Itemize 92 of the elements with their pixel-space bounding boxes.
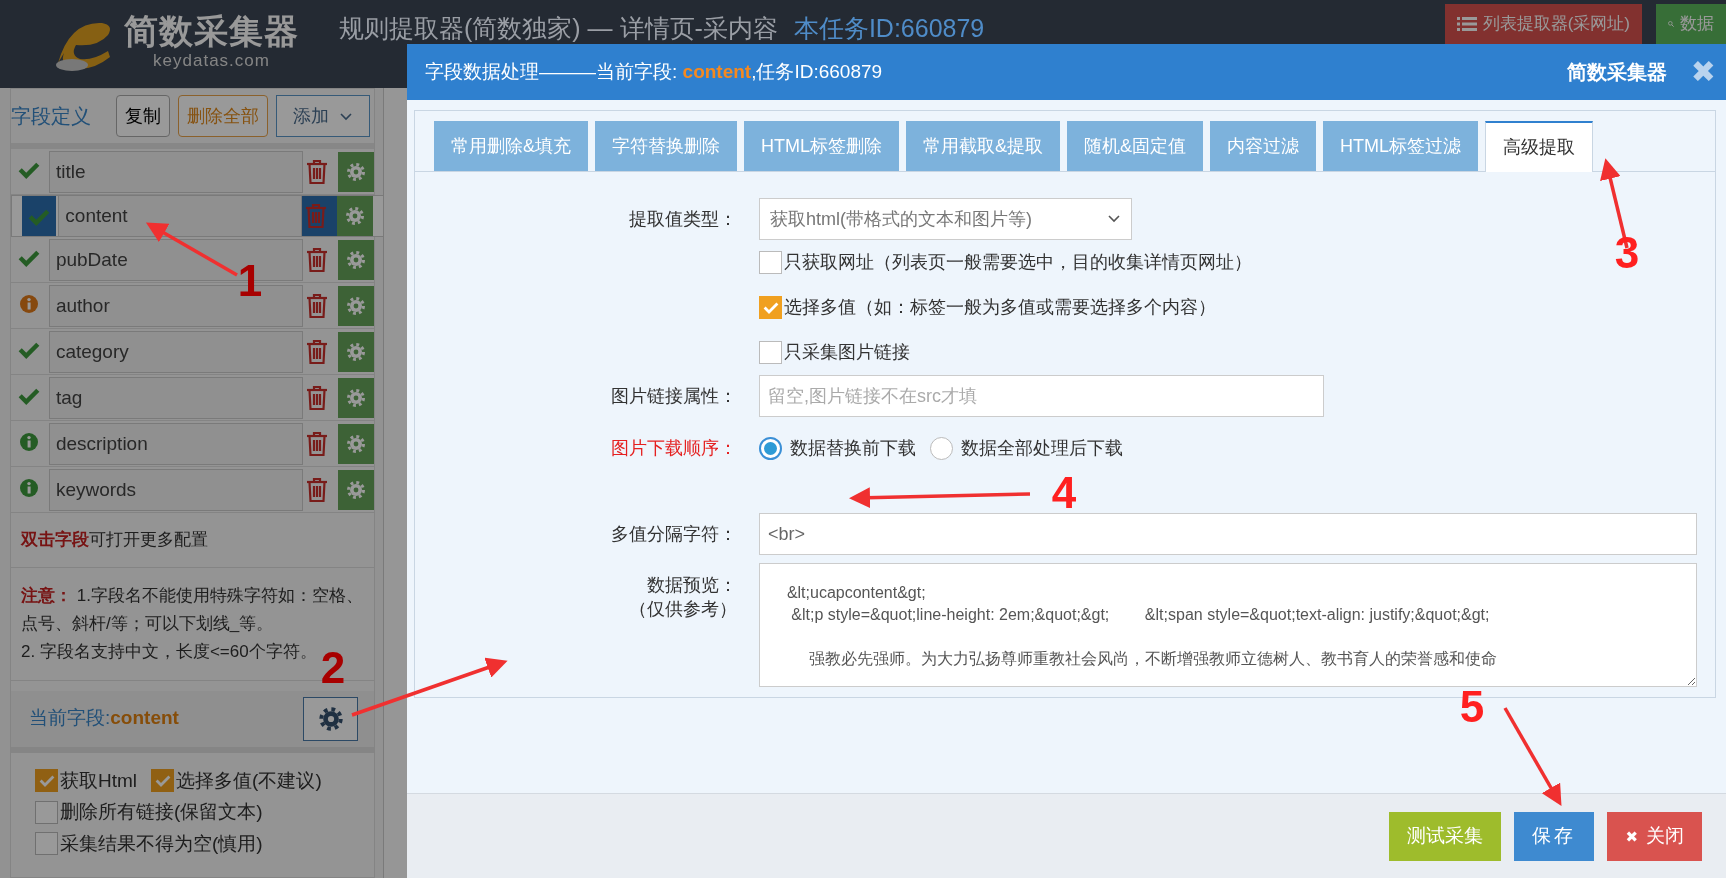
settings-button[interactable]	[338, 285, 374, 326]
trash-icon	[306, 338, 328, 365]
settings-button[interactable]	[303, 696, 358, 741]
checkmark-icon	[154, 774, 171, 788]
tab[interactable]: 高级提取	[1485, 121, 1594, 172]
save-button[interactable]: 保存	[1514, 811, 1595, 861]
field-row[interactable]: content	[11, 195, 384, 237]
caret-icon	[1107, 214, 1121, 224]
trash-icon	[306, 384, 328, 411]
check-icon	[17, 387, 40, 405]
trash-icon	[305, 203, 327, 229]
note-text: 2. 字段名支持中文，长度<=60个字符。	[21, 640, 318, 663]
dialog-brand: 简数采集器	[1566, 60, 1667, 85]
field-label: 提取值类型：	[628, 207, 737, 231]
field-label: 图片下载顺序：	[610, 436, 737, 460]
trash-icon	[306, 158, 328, 185]
list-extractor-button[interactable]: 列表提取器(采网址)	[1444, 4, 1642, 44]
settings-button[interactable]	[337, 196, 373, 236]
gear-icon	[345, 206, 365, 226]
field-name-input[interactable]: tag	[48, 376, 303, 419]
logo-text: 简数采集器	[124, 14, 299, 49]
field-name-input[interactable]: description	[48, 422, 303, 465]
preview-textarea[interactable]: &lt;ucapcontent&gt; &lt;p style=&quot;line-height: 2em;&quot;&gt; &lt;span style=&quot;text-align: justify;&quot;&gt; 强教必先强师。为大力弘扬尊师重教社会风尚，不断增强教师立德树人、教书育人的荣誉感和使命	[759, 563, 1697, 687]
extract-type-select[interactable]: 获取html(带格式的文本和图片等)	[759, 198, 1132, 240]
gear-icon	[346, 249, 366, 270]
gear-icon	[317, 705, 344, 732]
annotation-number: 3	[1614, 228, 1640, 277]
close-button[interactable]: ✖	[1690, 57, 1716, 87]
field-row[interactable]: tag	[11, 375, 374, 421]
checkmark-icon	[38, 774, 55, 788]
check-icon	[17, 161, 40, 179]
gear-icon	[346, 161, 366, 182]
settings-button[interactable]	[338, 377, 374, 418]
option-checkbox[interactable]: 获取Html	[35, 766, 138, 795]
trash-icon	[306, 476, 328, 503]
settings-button[interactable]	[338, 331, 374, 372]
check-icon	[17, 341, 40, 359]
image-attribute-input[interactable]: 留空,图片链接不在src才填	[759, 375, 1324, 417]
field-name-input[interactable]: title	[48, 150, 303, 193]
order-radio[interactable]: 数据全部处理后下载	[930, 434, 1123, 462]
gear-icon	[346, 341, 366, 362]
settings-button[interactable]	[338, 469, 374, 510]
checkmark-icon	[762, 301, 779, 314]
copy-button[interactable]: 复制	[116, 95, 170, 137]
option-checkbox[interactable]: 删除所有链接(保留文本)	[35, 798, 374, 827]
field-label: （仅供参考）	[628, 598, 737, 621]
dialog-title: 字段数据处理———当前字段: content,任务ID:660879	[425, 59, 883, 84]
check-icon	[28, 208, 51, 226]
field-label: 图片链接属性：	[610, 384, 737, 408]
caret-icon	[339, 111, 353, 122]
info-icon	[19, 295, 38, 313]
hint-text: 双击字段可打开更多配置	[11, 513, 374, 568]
field-label: 数据预览：	[646, 574, 737, 597]
check-icon	[17, 249, 40, 267]
gear-icon	[346, 387, 366, 408]
close-button[interactable]: ✖ 关闭	[1607, 811, 1702, 861]
trash-icon	[306, 292, 328, 319]
info-icon	[19, 479, 38, 497]
settings-button[interactable]	[338, 423, 374, 464]
logo-subtext: keydatas.com	[152, 50, 271, 73]
settings-button[interactable]	[338, 151, 374, 192]
trash-icon	[306, 430, 328, 457]
field-row[interactable]: keywords	[11, 467, 374, 513]
option-checkbox[interactable]: 选择多值(不建议)	[151, 766, 322, 795]
page-title: 规则提取器(简数独家) — 详情页-采内容	[339, 13, 778, 45]
field-label: 多值分隔字符：	[610, 522, 737, 546]
option-checkbox[interactable]: 选择多值（如：标签一般为多值或需要选择多个内容）	[759, 285, 1216, 330]
order-radio[interactable]: 数据替换前下载	[759, 434, 916, 462]
option-checkbox[interactable]: 只获取网址（列表页一般需要选中，目的收集详情页网址）	[759, 240, 1252, 285]
list-icon	[1456, 16, 1477, 32]
close-icon: ✖	[1625, 827, 1638, 845]
separator-input[interactable]: <br>	[759, 513, 1697, 555]
field-name-input[interactable]: keywords	[48, 468, 303, 511]
field-name-input[interactable]: content	[58, 195, 302, 237]
field-row[interactable]: category	[11, 329, 374, 375]
add-dropdown[interactable]: 添加	[276, 95, 370, 137]
field-row[interactable]: description	[11, 421, 374, 467]
task-id: 本任务ID:660879	[793, 13, 985, 45]
field-name-input[interactable]: category	[48, 330, 303, 373]
gear-icon	[346, 433, 366, 454]
current-field-label: 当前字段:content	[29, 706, 179, 731]
panel-title: 字段定义	[11, 104, 91, 129]
note-text: 注意： 1.字段名不能使用特殊字符如：空格、点号、斜杆/等；可以下划线_等。	[21, 584, 364, 635]
field-row[interactable]: title	[11, 149, 374, 195]
option-checkbox[interactable]: 采集结果不得为空(慎用)	[35, 829, 374, 858]
settings-button[interactable]	[338, 239, 374, 280]
info-icon	[19, 433, 38, 451]
trash-icon	[306, 246, 328, 273]
gear-icon	[346, 295, 366, 316]
option-checkbox[interactable]: 只采集图片链接	[759, 330, 910, 375]
gear-icon	[346, 479, 366, 500]
annotation-number: 2	[320, 643, 346, 692]
